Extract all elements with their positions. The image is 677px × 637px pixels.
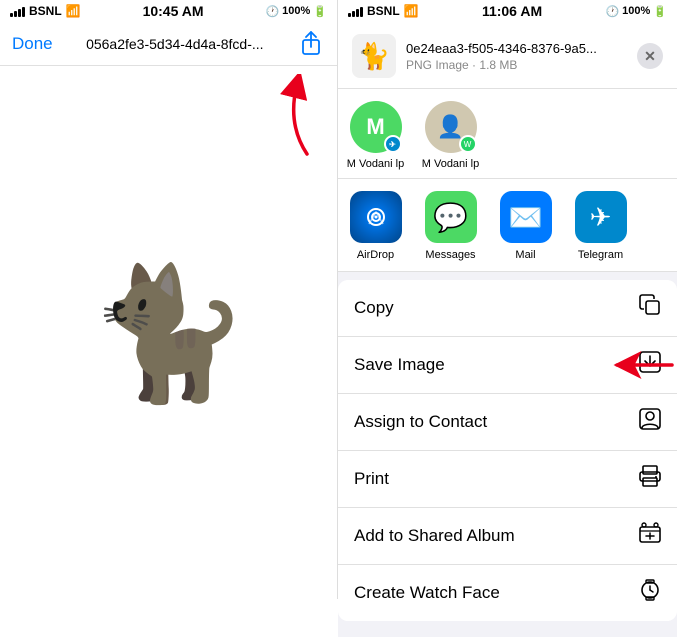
cat-thumb-icon: 🐈 <box>358 41 390 72</box>
clock-icon-right: 🕐 <box>605 5 619 18</box>
status-bar-right: BSNL 📶 11:06 AM 🕐 100% 🔋 <box>338 0 677 22</box>
mail-emoji: ✉️ <box>508 201 543 234</box>
watch-face-label: Create Watch Face <box>354 583 500 603</box>
time-right: 11:06 AM <box>482 3 542 19</box>
done-button[interactable]: Done <box>12 34 53 54</box>
telegram-icon-1: ✈ <box>389 140 396 149</box>
album-svg <box>639 522 661 544</box>
red-arrow-left <box>257 74 327 164</box>
shared-album-icon <box>639 522 661 550</box>
action-list: Copy Save Image <box>338 272 677 637</box>
share-button-left[interactable] <box>297 30 325 58</box>
watch-face-icon <box>639 579 661 607</box>
clock-icon-left: 🕐 <box>265 5 279 18</box>
assign-contact-label: Assign to Contact <box>354 412 487 432</box>
copy-svg <box>639 294 661 316</box>
close-button[interactable]: ✕ <box>637 43 663 69</box>
contact-svg <box>639 408 661 430</box>
app-airdrop[interactable]: AirDrop <box>338 191 413 261</box>
telegram-badge-1: ✈ <box>384 135 402 153</box>
right-panel: BSNL 📶 11:06 AM 🕐 100% 🔋 🐈 0e24eaa3-f505… <box>338 0 677 599</box>
left-panel: BSNL 📶 10:45 AM 🕐 100% 🔋 Done 056a2fe3-5… <box>0 0 338 599</box>
app-mail[interactable]: ✉️ Mail <box>488 191 563 261</box>
whatsapp-badge-2: W <box>459 135 477 153</box>
battery-icon-right: 🔋 <box>653 5 667 18</box>
file-type: PNG Image <box>406 58 469 72</box>
share-sheet: 🐈 0e24eaa3-f505-4346-8376-9a5... PNG Ima… <box>338 22 677 637</box>
messages-emoji: 💬 <box>433 201 468 234</box>
cat-image: 🐈 <box>88 268 250 398</box>
contact-avatar-1: M ✈ <box>350 101 402 153</box>
image-preview-area: 🐈 <box>0 66 337 599</box>
file-thumbnail: 🐈 <box>352 34 396 78</box>
file-info: 0e24eaa3-f505-4346-8376-9a5... PNG Image… <box>406 41 627 72</box>
whatsapp-icon-2: W <box>464 140 472 149</box>
watch-svg <box>639 579 661 601</box>
battery-area-right: 🕐 100% 🔋 <box>605 5 667 18</box>
shared-album-label: Add to Shared Album <box>354 526 515 546</box>
messages-icon: 💬 <box>425 191 477 243</box>
telegram-icon: ✈ <box>575 191 627 243</box>
airdrop-label: AirDrop <box>357 249 394 261</box>
assign-contact-action[interactable]: Assign to Contact <box>338 394 677 451</box>
file-meta: PNG Image · 1.8 MB <box>406 58 627 72</box>
print-svg <box>639 465 661 487</box>
share-header: 🐈 0e24eaa3-f505-4346-8376-9a5... PNG Ima… <box>338 22 677 89</box>
airdrop-icon <box>350 191 402 243</box>
telegram-label: Telegram <box>578 249 623 261</box>
contact-name-2: M Vodani lp <box>422 158 479 170</box>
watch-face-action[interactable]: Create Watch Face <box>338 565 677 621</box>
battery-left: 100% <box>282 5 310 17</box>
print-action[interactable]: Print <box>338 451 677 508</box>
contact-item-2[interactable]: 👤 W M Vodani lp <box>413 101 488 170</box>
copy-icon <box>639 294 661 322</box>
red-arrow-save <box>602 340 677 390</box>
messages-label: Messages <box>425 249 475 261</box>
apps-row: AirDrop 💬 Messages ✉️ Mail ✈ Telegram <box>338 179 677 272</box>
copy-action[interactable]: Copy <box>338 280 677 337</box>
save-image-action[interactable]: Save Image <box>338 337 677 394</box>
file-title-left: 056a2fe3-5d34-4d4a-8fcd-... <box>53 36 297 52</box>
contacts-row: M ✈ M Vodani lp 👤 W M Vodani lp <box>338 89 677 179</box>
file-size: 1.8 MB <box>479 58 517 72</box>
time-left: 10:45 AM <box>143 3 204 19</box>
wifi-icon-right: 📶 <box>404 4 419 18</box>
carrier-name-left: BSNL <box>29 4 62 18</box>
mail-label: Mail <box>515 249 535 261</box>
contact-name-1: M Vodani lp <box>347 158 404 170</box>
shared-album-action[interactable]: Add to Shared Album <box>338 508 677 565</box>
signal-icon-right <box>348 5 363 17</box>
save-image-label: Save Image <box>354 355 445 375</box>
print-label: Print <box>354 469 389 489</box>
print-icon <box>639 465 661 493</box>
copy-label: Copy <box>354 298 394 318</box>
carrier-name-right: BSNL <box>367 4 400 18</box>
carrier-left: BSNL 📶 <box>10 4 81 18</box>
action-group: Copy Save Image <box>338 280 677 621</box>
share-icon-svg <box>300 31 322 57</box>
telegram-emoji: ✈ <box>590 202 612 233</box>
battery-right: 100% <box>622 5 650 17</box>
carrier-right: BSNL 📶 <box>348 4 419 18</box>
signal-icon <box>10 5 25 17</box>
assign-contact-icon <box>639 408 661 436</box>
contact-avatar-wrapper-2: 👤 W <box>425 101 477 153</box>
mail-icon: ✉️ <box>500 191 552 243</box>
airdrop-svg <box>361 202 391 232</box>
app-messages[interactable]: 💬 Messages <box>413 191 488 261</box>
file-name: 0e24eaa3-f505-4346-8376-9a5... <box>406 41 626 56</box>
contact-item-1[interactable]: M ✈ M Vodani lp <box>338 101 413 170</box>
status-bar-left: BSNL 📶 10:45 AM 🕐 100% 🔋 <box>0 0 337 22</box>
battery-area-left: 🕐 100% 🔋 <box>265 5 327 18</box>
battery-icon-left: 🔋 <box>313 5 327 18</box>
contact-initial-1: M <box>366 114 384 140</box>
contact-avatar-icon-2: 👤 <box>437 114 464 140</box>
app-telegram[interactable]: ✈ Telegram <box>563 191 638 261</box>
wifi-icon-left: 📶 <box>66 4 81 18</box>
nav-bar-left: Done 056a2fe3-5d34-4d4a-8fcd-... <box>0 22 337 66</box>
